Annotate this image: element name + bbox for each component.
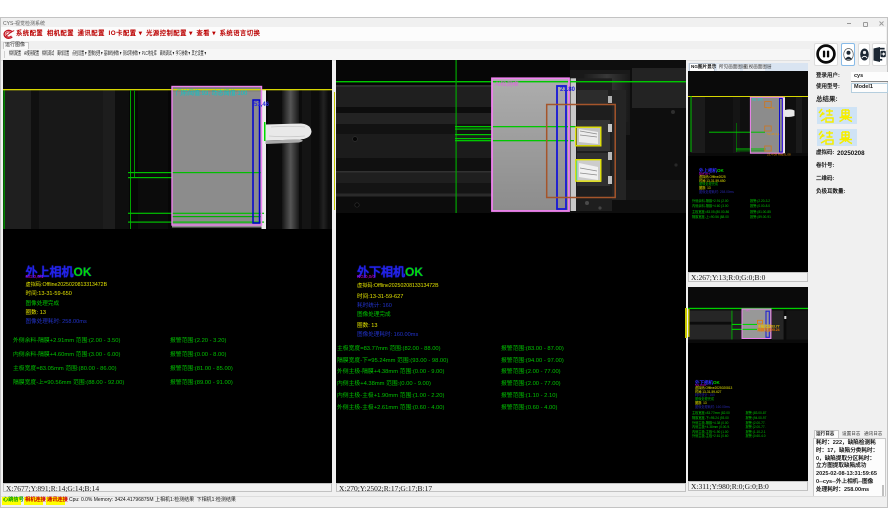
svg-text:隔膜宽度95.24: 隔膜宽度95.24 [758,327,780,332]
svg-text:93, 100: 93, 100 [752,98,763,102]
svg-text:23,4 08 Ray31,08: 23,4 08 Ray31,08 [767,153,791,157]
svg-text:53,46: 53,46 [767,106,775,110]
svg-text:M5: M5 [746,309,750,313]
svg-text:53,46 3,1: 53,46 3,1 [767,132,780,136]
